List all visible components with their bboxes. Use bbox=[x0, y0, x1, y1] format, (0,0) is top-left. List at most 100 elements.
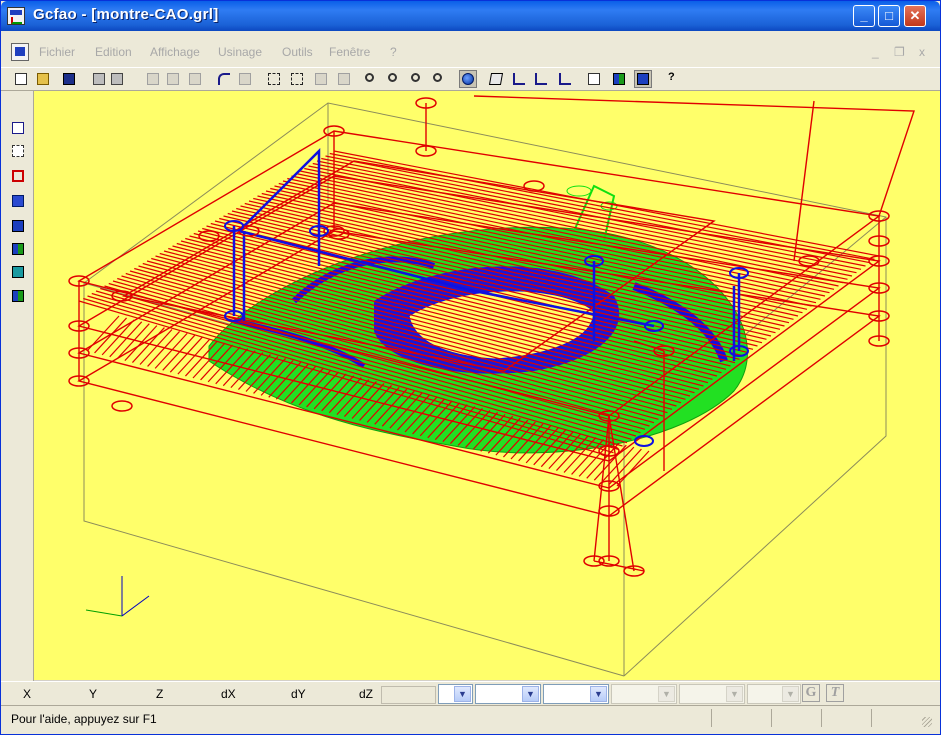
left-toolbar bbox=[1, 91, 34, 681]
close-button[interactable]: ✕ bbox=[904, 5, 926, 27]
menu-fenetre[interactable]: Fenêtre bbox=[329, 45, 370, 59]
yz-view-icon bbox=[559, 73, 571, 85]
save-button[interactable] bbox=[61, 71, 77, 87]
chevron-down-icon: ▼ bbox=[590, 686, 607, 702]
deselect-button[interactable] bbox=[336, 71, 352, 87]
coord-label-dx: dX bbox=[221, 687, 236, 701]
xy-view-button[interactable] bbox=[511, 71, 527, 87]
open-icon bbox=[37, 73, 49, 85]
combo-1[interactable]: ▼ bbox=[438, 684, 473, 704]
menu-help[interactable]: ? bbox=[390, 45, 397, 59]
fao-view-icon bbox=[637, 73, 649, 85]
hatch-line bbox=[124, 325, 158, 362]
document-icon[interactable] bbox=[11, 43, 29, 61]
combo-3[interactable]: ▼ bbox=[543, 684, 609, 704]
globe-view-button[interactable] bbox=[459, 70, 477, 88]
tool-library-icon bbox=[12, 220, 24, 232]
grid-button[interactable] bbox=[586, 71, 602, 87]
undo-button[interactable] bbox=[216, 71, 232, 87]
paste-icon bbox=[189, 73, 201, 85]
zoom-window-icon bbox=[365, 73, 374, 82]
coord-label-dy: dY bbox=[291, 687, 306, 701]
combo-5[interactable]: ▼ bbox=[679, 684, 745, 704]
zoom-extents-button[interactable] bbox=[386, 71, 402, 87]
copy-button[interactable] bbox=[165, 71, 181, 87]
resize-grip[interactable] bbox=[922, 717, 932, 727]
zoom-window-button[interactable] bbox=[363, 71, 379, 87]
globe-view-icon bbox=[462, 73, 474, 85]
post-processor-icon bbox=[12, 290, 24, 302]
selection-rect-icon bbox=[12, 145, 24, 157]
machining-icon bbox=[12, 170, 24, 182]
mdi-restore-button[interactable]: ❐ bbox=[894, 45, 905, 59]
zoom-previous-button[interactable] bbox=[409, 71, 425, 87]
yz-view-button[interactable] bbox=[557, 71, 573, 87]
menu-edition[interactable]: Edition bbox=[95, 45, 132, 59]
new-icon bbox=[15, 73, 27, 85]
iso-view-button[interactable] bbox=[488, 71, 504, 87]
simulation-button[interactable] bbox=[11, 242, 27, 258]
help-pointer-button[interactable]: ? bbox=[665, 71, 681, 87]
select-remove-button[interactable] bbox=[313, 71, 329, 87]
copy-icon bbox=[167, 73, 179, 85]
status-panel-4 bbox=[871, 709, 921, 727]
status-bar: Pour l'aide, appuyez sur F1 bbox=[1, 705, 940, 731]
xz-view-button[interactable] bbox=[533, 71, 549, 87]
combo-4[interactable]: ▼ bbox=[611, 684, 677, 704]
3d-viewport[interactable] bbox=[34, 91, 940, 680]
zoom-all-button[interactable] bbox=[431, 71, 447, 87]
cut-button[interactable] bbox=[145, 71, 161, 87]
menu-usinage[interactable]: Usinage bbox=[218, 45, 262, 59]
tool-library-button[interactable] bbox=[11, 219, 27, 235]
menu-fichier[interactable]: Fichier bbox=[39, 45, 75, 59]
coord-label-x: X bbox=[23, 687, 32, 701]
tool-position-marker bbox=[111, 400, 133, 412]
redo-button[interactable] bbox=[237, 71, 253, 87]
open-button[interactable] bbox=[35, 71, 51, 87]
menu-outils[interactable]: Outils bbox=[282, 45, 313, 59]
calculator-icon bbox=[12, 195, 24, 207]
combo-2[interactable]: ▼ bbox=[475, 684, 541, 704]
zoom-extents-icon bbox=[388, 73, 397, 82]
zoom-all-icon bbox=[433, 73, 442, 82]
print-button[interactable] bbox=[91, 71, 107, 87]
paste-button[interactable] bbox=[187, 71, 203, 87]
combo-6[interactable]: ▼ bbox=[747, 684, 801, 704]
hatch-line bbox=[147, 331, 181, 367]
undo-icon bbox=[218, 73, 230, 85]
dz-field[interactable] bbox=[381, 686, 436, 704]
cut-icon bbox=[147, 73, 159, 85]
edit-button[interactable] bbox=[11, 121, 27, 137]
select-button[interactable] bbox=[266, 71, 282, 87]
monitor-button[interactable] bbox=[11, 265, 27, 281]
fao-view-button[interactable] bbox=[634, 70, 652, 88]
toolpath-drawing bbox=[68, 95, 915, 677]
app-icon[interactable] bbox=[7, 7, 25, 25]
print-preview-icon bbox=[111, 73, 123, 85]
hatch-line bbox=[139, 329, 173, 365]
machining-button[interactable] bbox=[11, 169, 27, 185]
deselect-icon bbox=[338, 73, 350, 85]
title-bar[interactable]: Gcfao - [montre-CAO.grl] _ □ ✕ bbox=[1, 1, 940, 31]
redo-icon bbox=[239, 73, 251, 85]
coord-label-z: Z bbox=[156, 687, 164, 701]
menu-affichage[interactable]: Affichage bbox=[150, 45, 200, 59]
select-add-icon bbox=[291, 73, 303, 85]
select-add-button[interactable] bbox=[289, 71, 305, 87]
fao-mode-button[interactable] bbox=[611, 71, 627, 87]
calculator-button[interactable] bbox=[11, 194, 27, 210]
t-button[interactable]: T bbox=[826, 684, 844, 702]
new-button[interactable] bbox=[13, 71, 29, 87]
coordinate-bar: X Y Z dX dY dZ ▼ ▼ ▼ ▼ ▼ ▼ G T bbox=[1, 681, 940, 706]
minimize-button[interactable]: _ bbox=[853, 5, 875, 27]
post-processor-button[interactable] bbox=[11, 289, 27, 305]
selection-rect-button[interactable] bbox=[11, 144, 27, 160]
chevron-down-icon: ▼ bbox=[454, 686, 471, 702]
tool-position-marker bbox=[798, 255, 820, 267]
g-button[interactable]: G bbox=[802, 684, 820, 702]
chevron-down-icon: ▼ bbox=[658, 686, 675, 702]
mdi-minimize-button[interactable]: _ bbox=[872, 45, 879, 59]
print-preview-button[interactable] bbox=[109, 71, 125, 87]
maximize-button[interactable]: □ bbox=[878, 5, 900, 27]
mdi-close-button[interactable]: x bbox=[919, 45, 925, 59]
